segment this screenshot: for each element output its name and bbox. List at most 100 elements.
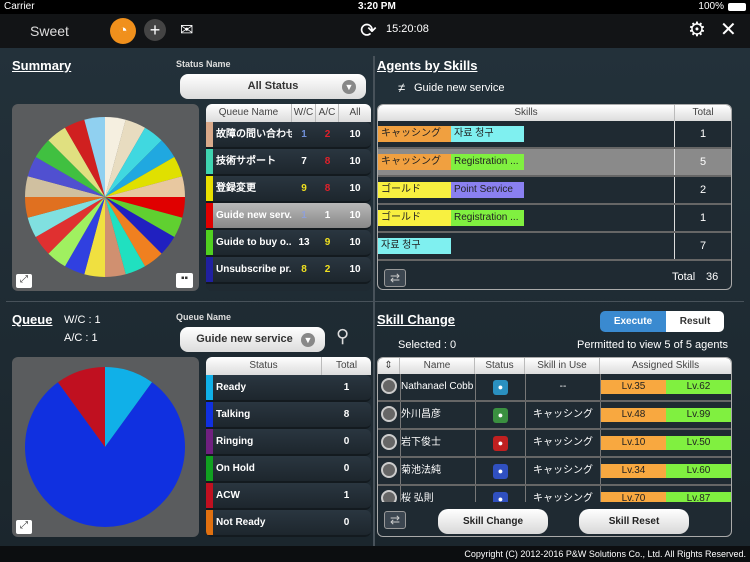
mode-toggle: Execute Result (600, 311, 724, 332)
col-queue-name[interactable]: Queue Name (206, 104, 292, 122)
queue-row[interactable]: Guide to buy o... 13 9 10 (206, 230, 371, 257)
col-total[interactable]: Total (322, 357, 371, 375)
skill-level: Lv.87 (666, 492, 731, 502)
status-color (206, 375, 213, 400)
queue-dropdown[interactable]: Guide new service ▼ (180, 327, 325, 352)
pie-chart-icon[interactable]: ◔ (110, 18, 136, 44)
agent-row[interactable]: 岩下俊士 ● キャッシング Lv.10 Lv.50 (378, 430, 731, 458)
radio-button[interactable] (378, 489, 400, 502)
col-wc[interactable]: W/C (292, 104, 316, 122)
queue-ac: 2 (324, 129, 331, 140)
skill-in-use: キャッシング (525, 486, 600, 502)
status-row[interactable]: ACW 1 (206, 483, 371, 510)
skill-level: Lv.50 (666, 436, 731, 450)
skill-row[interactable]: ゴールド Point Service 2 (378, 177, 731, 205)
queue-color (206, 203, 213, 228)
app-name: Sweet (30, 23, 69, 39)
status-row[interactable]: On Hold 0 (206, 456, 371, 483)
shuffle-icon[interactable]: ⇄ (384, 511, 406, 529)
grid-icon[interactable]: ▪▪ (176, 273, 193, 288)
agent-row[interactable]: Nathanael Cobb ● -- Lv.35 Lv.62 (378, 374, 731, 402)
add-icon[interactable]: + (144, 19, 166, 41)
status-total: 0 (343, 463, 350, 474)
skill-reset-button[interactable]: Skill Reset (579, 509, 689, 534)
shuffle-icon[interactable]: ⇄ (384, 269, 406, 287)
queue-all: 10 (349, 264, 361, 275)
battery-icon (728, 3, 746, 11)
col-total[interactable]: Total (675, 105, 731, 121)
queue-color (206, 149, 213, 174)
phone-icon: ● (493, 491, 508, 502)
total-label: Total (672, 271, 696, 283)
radio-button[interactable] (378, 377, 400, 397)
expand-icon[interactable]: ⤢ (16, 520, 32, 534)
queue-ac: A/C : 1 (64, 332, 98, 344)
queue-row[interactable]: 技術サポート 7 8 10 (206, 149, 371, 176)
skill-change-button[interactable]: Skill Change (438, 509, 548, 534)
queue-name: 故障の問い合わせ (216, 129, 292, 140)
status-row[interactable]: Talking 8 (206, 402, 371, 429)
status-row[interactable]: Ready 1 (206, 375, 371, 402)
skill-level: Lv.35 (601, 380, 666, 394)
col-status[interactable]: Status (206, 357, 322, 375)
queue-row[interactable]: 登録変更 9 8 10 (206, 176, 371, 203)
agent-row[interactable]: 桜 弘則 ● キャッシング Lv.70 Lv.87 (378, 486, 731, 502)
status-dropdown[interactable]: All Status ▼ (180, 74, 366, 99)
summary-pie-box: ⤢ ▪▪ (12, 104, 199, 291)
status-name-label: Status Name (176, 59, 231, 69)
queue-wc: 1 (301, 210, 307, 221)
queue-ac: 2 (324, 264, 331, 275)
col-skill-in-use[interactable]: Skill in Use (525, 358, 600, 374)
status-row[interactable]: Ringing 0 (206, 429, 371, 456)
execute-tab[interactable]: Execute (600, 311, 666, 332)
summary-pie-chart (25, 117, 185, 277)
status-row[interactable]: Not Ready 0 (206, 510, 371, 537)
queue-name: Guide new serv... (216, 210, 292, 221)
col-name[interactable]: Name (400, 358, 475, 374)
queue-color (206, 176, 213, 201)
chevron-down-icon: ▼ (342, 80, 356, 94)
queue-row[interactable]: Guide new serv... 1 1 10 (206, 203, 371, 230)
radio-button[interactable] (378, 433, 400, 453)
agent-row[interactable]: 外川昌彦 ● キャッシング Lv.48 Lv.99 (378, 402, 731, 430)
close-icon[interactable]: ✕ (720, 17, 737, 42)
col-status[interactable]: Status (475, 358, 525, 374)
col-skills[interactable]: Skills (378, 105, 675, 121)
expand-icon[interactable]: ⤢ (16, 274, 32, 288)
queue-color (206, 230, 213, 255)
col-assigned-skills[interactable]: Assigned Skills (600, 358, 731, 374)
skill-tag: ゴールド (378, 182, 451, 198)
skill-level: Lv.99 (666, 408, 731, 422)
skill-level: Lv.60 (666, 464, 731, 478)
skill-row[interactable]: ゴールド Registration ... 1 (378, 205, 731, 233)
queue-wc: 13 (298, 237, 310, 248)
skill-change-table: ⇕ Name Status Skill in Use Assigned Skil… (377, 357, 732, 537)
gear-icon[interactable]: ⚙ (688, 17, 706, 42)
status-color (206, 429, 213, 454)
radio-button[interactable] (378, 461, 400, 481)
skill-row[interactable]: 자료 청구 7 (378, 233, 731, 261)
document-icon: ● (493, 435, 508, 451)
radio-button[interactable] (378, 405, 400, 425)
col-ac[interactable]: A/C (316, 104, 339, 122)
status-color (206, 483, 213, 508)
search-icon[interactable]: ⚲ (336, 326, 349, 347)
queue-row[interactable]: Unsubscribe pr... 8 2 10 (206, 257, 371, 284)
mail-icon[interactable]: ✉ (180, 20, 193, 40)
chevron-down-icon: ▼ (301, 333, 315, 347)
agent-name: 桜 弘則 (400, 486, 475, 502)
col-select[interactable]: ⇕ (378, 358, 400, 374)
skill-in-use: キャッシング (525, 430, 600, 456)
agent-row[interactable]: 菊池法純 ● キャッシング Lv.34 Lv.60 (378, 458, 731, 486)
result-tab[interactable]: Result (666, 311, 724, 332)
skill-row[interactable]: キャッシング Registration ... 5 (378, 149, 731, 177)
skill-tag: キャッシング (378, 126, 451, 142)
refresh-icon[interactable]: ⟳ (360, 18, 377, 43)
skill-row[interactable]: キャッシング 자료 청구 1 (378, 121, 731, 149)
queue-name: 技術サポート (216, 156, 276, 167)
queue-wc: 1 (301, 129, 307, 140)
col-all[interactable]: All (339, 104, 371, 122)
main: Summary Status Name All Status ▼ ⤢ ▪▪ Que… (0, 48, 750, 546)
queue-row[interactable]: 故障の問い合わせ 1 2 10 (206, 122, 371, 149)
agent-name: 外川昌彦 (400, 402, 475, 428)
